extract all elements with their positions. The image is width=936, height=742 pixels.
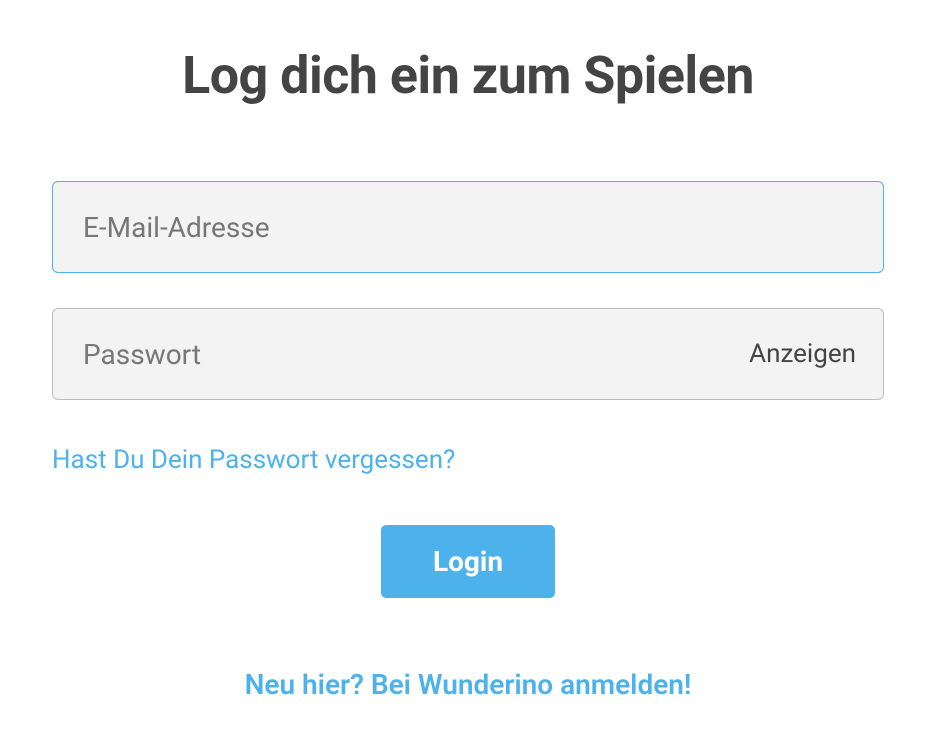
email-input-wrapper: [52, 181, 884, 273]
signup-link[interactable]: Neu hier? Bei Wunderino anmelden!: [52, 668, 884, 701]
forgot-password-link[interactable]: Hast Du Dein Passwort vergessen?: [52, 445, 884, 475]
page-title: Log dich ein zum Spielen: [52, 45, 884, 106]
show-password-toggle[interactable]: Anzeigen: [749, 339, 856, 369]
login-button[interactable]: Login: [381, 525, 555, 598]
login-form-container: Log dich ein zum Spielen Anzeigen Hast D…: [52, 45, 884, 701]
email-field[interactable]: [52, 181, 884, 273]
password-input-wrapper: Anzeigen: [52, 308, 884, 400]
